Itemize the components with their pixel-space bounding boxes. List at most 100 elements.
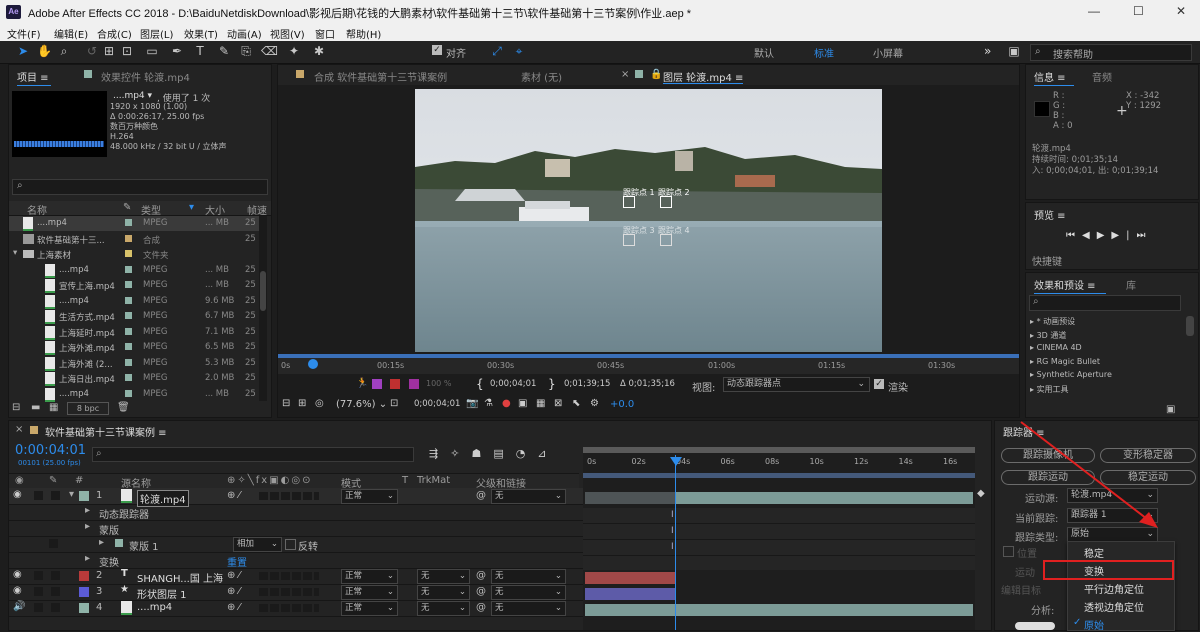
track-point-4[interactable]	[660, 234, 672, 246]
current-timecode[interactable]: 0;00;04;01	[414, 399, 460, 409]
position-checkbox[interactable]	[1003, 546, 1014, 557]
maximize-button[interactable]: ☐	[1133, 4, 1144, 18]
layer-switch-icons[interactable]: ⊕ ⁄	[227, 602, 240, 613]
safe-area-icon[interactable]: ⊡	[390, 398, 398, 409]
tab-library[interactable]: 库	[1126, 277, 1136, 292]
layer-time-ruler[interactable]: 0s 00:15s 00:30s 00:45s 01:00s 01:15s 01…	[278, 354, 1019, 374]
trkmat-dropdown[interactable]: 无 ⌄	[417, 569, 470, 584]
layer-bar-2[interactable]	[585, 572, 675, 584]
3d-view-icon[interactable]: ⊠	[554, 398, 562, 409]
selection-tool-icon[interactable]: ➤	[16, 44, 30, 58]
last-frame-icon[interactable]: ⏭	[1136, 230, 1152, 241]
frame-blending-icon[interactable]: ▤	[493, 447, 515, 460]
project-item[interactable]: 上海日出.mp4 MPEG 2.0 MB 25	[9, 371, 259, 386]
minimize-button[interactable]: —	[1088, 4, 1100, 18]
effect-category[interactable]: ▸ RG Magic Bullet	[1030, 357, 1100, 366]
parent-dropdown[interactable]: 无 ⌄	[491, 489, 566, 504]
trkmat-dropdown[interactable]: 无 ⌄	[417, 601, 470, 616]
tab-composition[interactable]: 合成 软件基础第十三节课案例	[314, 69, 447, 84]
mask-color-swatch[interactable]	[115, 539, 123, 547]
new-composition-icon[interactable]: ▦	[49, 402, 58, 413]
work-area[interactable]	[583, 473, 975, 478]
label-swatch[interactable]	[125, 250, 132, 257]
transparency-grid-icon[interactable]: ▦	[536, 398, 545, 409]
menu-file[interactable]: 文件(F)	[7, 26, 41, 41]
graph-editor-icon[interactable]: ⊿	[537, 447, 558, 460]
view-dropdown[interactable]: 动态跟踪器点 ⌄	[723, 377, 870, 392]
prev-frame-icon[interactable]: ◀	[1082, 230, 1097, 241]
file-name-dropdown[interactable]: ....mp4 ▾	[113, 91, 152, 101]
shortcut-label[interactable]: 快捷键	[1032, 253, 1062, 268]
menu-item-parallel-corner[interactable]: 平行边角定位	[1084, 581, 1144, 596]
label-swatch[interactable]	[125, 296, 132, 304]
tab-preview[interactable]: 预览 ≡	[1034, 207, 1066, 222]
effects-scrollbar[interactable]	[1186, 316, 1194, 336]
workspace-settings-icon[interactable]: ▣	[1007, 44, 1021, 58]
expand-arrow-icon[interactable]: ▸	[85, 553, 90, 564]
playhead-marker[interactable]	[308, 359, 318, 369]
label-swatch[interactable]	[125, 234, 132, 242]
label-swatch[interactable]	[125, 219, 132, 226]
menu-help[interactable]: 帮助(H)	[346, 26, 381, 41]
project-item[interactable]: 上海外滩 (2... MPEG 5.3 MB 25	[9, 356, 259, 371]
clone-tool-icon[interactable]: ⎘	[239, 44, 253, 58]
play-icon[interactable]: ▶	[1097, 230, 1112, 241]
project-item[interactable]: 软件基础第十三... 合成 25	[9, 232, 259, 247]
scrollbar-thumb[interactable]	[260, 271, 266, 311]
tab-timeline[interactable]: 软件基础第十三节课案例 ≡	[45, 424, 167, 439]
workspace-small-screen[interactable]: 小屏幕	[873, 45, 903, 60]
help-search-field[interactable]: ⌕ 搜索帮助	[1030, 44, 1192, 61]
project-item[interactable]: 上海延时.mp4 MPEG 7.1 MB 25	[9, 325, 259, 340]
menu-composition[interactable]: 合成(C)	[97, 26, 132, 41]
menu-window[interactable]: 窗口	[315, 26, 335, 41]
timeline-timecode[interactable]: 0:00:04:01	[15, 443, 86, 458]
workspace-standard[interactable]: 标准	[814, 45, 834, 60]
menu-animation[interactable]: 动画(A)	[227, 26, 262, 41]
blend-mode-dropdown[interactable]: 正常 ⌄	[341, 569, 398, 584]
project-item[interactable]: 上海外滩.mp4 MPEG 6.5 MB 25	[9, 340, 259, 355]
expand-arrow-icon[interactable]: ▸	[85, 521, 90, 532]
layer-label-color[interactable]	[79, 587, 89, 597]
tab-effect-controls[interactable]: 效果控件 轮渡.mp4	[101, 69, 190, 84]
onion-icon[interactable]	[372, 379, 382, 389]
effect-category[interactable]: ▸ * 动画预设	[1030, 316, 1075, 327]
first-frame-icon[interactable]: ⏮	[1066, 230, 1082, 241]
parent-dropdown[interactable]: 无 ⌄	[491, 569, 566, 584]
blend-mode-dropdown[interactable]: 正常 ⌄	[341, 585, 398, 600]
invert-checkbox[interactable]	[285, 539, 296, 550]
track-point-3[interactable]	[623, 234, 635, 246]
layer-label-color[interactable]	[79, 603, 89, 613]
timeline-search-field[interactable]: ⌕	[92, 447, 414, 462]
layer-color-icon[interactable]	[409, 379, 419, 389]
keyframe-marker[interactable]: I	[671, 526, 674, 536]
navigator-bar[interactable]	[583, 447, 975, 453]
solo-switch[interactable]	[34, 603, 43, 612]
tab-layer[interactable]: 图层 轮渡.mp4 ≡	[663, 69, 743, 84]
reset-link[interactable]: 重置	[227, 554, 247, 569]
track-point-2[interactable]	[660, 196, 672, 208]
lock-switch[interactable]	[51, 603, 60, 612]
layer-switch-icons[interactable]: ⊕ ⁄	[227, 490, 240, 501]
grid-icon[interactable]: ⊞	[298, 398, 306, 409]
work-area-bar[interactable]	[278, 354, 1019, 358]
timeline-layer-row[interactable]: ◉ 3 ★ 形状图层 1 ⊕ ⁄ 正常 ⌄ 无 ⌄ @ 无 ⌄	[9, 584, 589, 601]
tab-effects-presets[interactable]: 效果和预设 ≡	[1034, 277, 1096, 292]
layer-switch-boxes[interactable]	[259, 492, 319, 500]
video-frame[interactable]	[415, 89, 882, 352]
col-t[interactable]: T	[402, 475, 408, 486]
label-swatch[interactable]	[125, 358, 132, 366]
layer-switch-boxes[interactable]	[259, 588, 319, 596]
edit-target-button[interactable]: 编辑目标	[1001, 582, 1041, 597]
snap-feature-icon[interactable]: ⌖	[512, 44, 526, 58]
mask-visibility-icon[interactable]: ◎	[315, 398, 324, 409]
snap-option-icon[interactable]: ⤢	[490, 44, 504, 58]
blend-mode-dropdown[interactable]: 正常 ⌄	[341, 489, 398, 504]
delete-icon[interactable]: 🗑	[117, 402, 130, 413]
layer-property-row[interactable]: ▸ 变换 重置	[9, 552, 589, 569]
keyframe-marker[interactable]: I	[671, 542, 674, 552]
next-frame-icon[interactable]: ▶|	[1111, 230, 1136, 241]
navigator-range[interactable]	[583, 447, 975, 453]
menu-item-stabilize[interactable]: 稳定	[1084, 545, 1104, 560]
show-snapshot-icon[interactable]: ⚗	[484, 398, 493, 409]
text-tool-icon[interactable]: T	[193, 44, 207, 58]
